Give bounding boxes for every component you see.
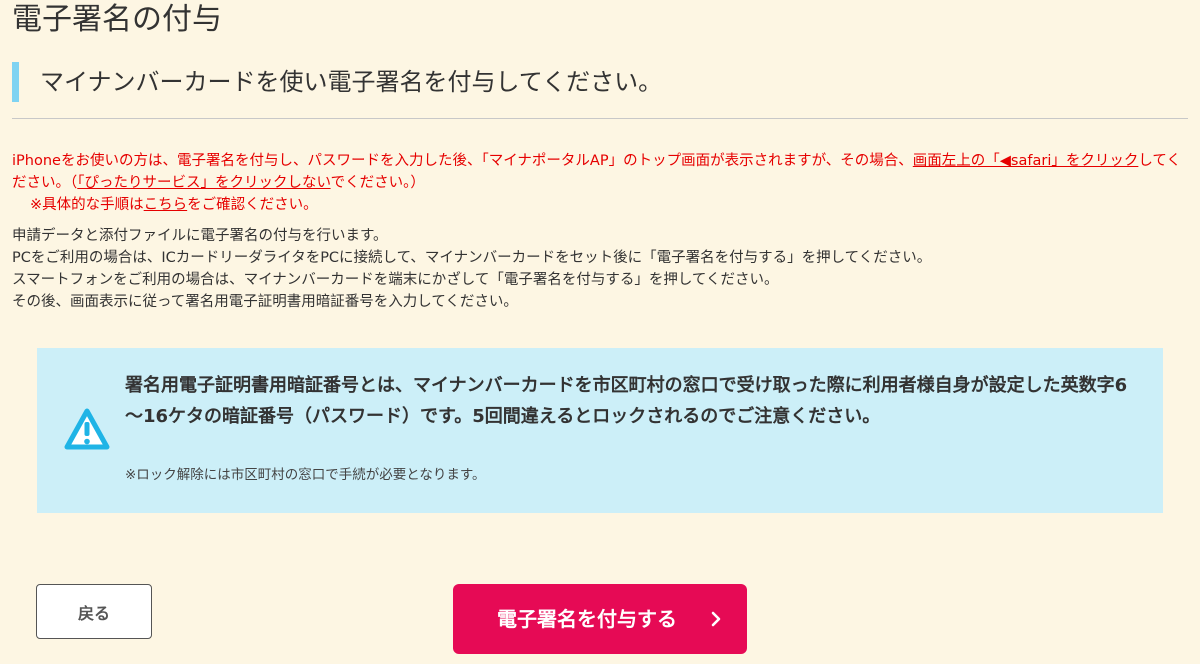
- description-line: その後、画面表示に従って署名用電子証明書用暗証番号を入力してください。: [12, 294, 518, 310]
- page-title: 電子署名の付与: [12, 2, 222, 37]
- sign-button-label: 電子署名を付与する: [497, 607, 677, 631]
- pin-info-text: 署名用電子証明書用暗証番号とは、マイナンバーカードを市区町村の窓口で受け取った際…: [125, 375, 1128, 427]
- procedure-note: ※具体的な手順はこちらをご確認ください。: [12, 194, 1188, 216]
- iphone-notice-text: iPhoneをお使いの方は、電子署名を付与し、パスワードを入力した後、「マイナポ…: [12, 150, 1188, 194]
- notice-text-3: でください。）: [330, 175, 425, 191]
- procedure-link[interactable]: こちら: [144, 197, 188, 213]
- chevron-right-icon: [711, 611, 721, 627]
- back-button[interactable]: 戻る: [36, 584, 152, 639]
- pin-lock-note: ※ロック解除には市区町村の窓口で手続が必要となります。: [125, 467, 486, 483]
- notice-text-1: iPhoneをお使いの方は、電子署名を付与し、パスワードを入力した後、「マイナポ…: [12, 153, 913, 169]
- warning-icon: [64, 408, 110, 450]
- description: 申請データと添付ファイルに電子署名の付与を行います。 PCをご利用の場合は、IC…: [12, 225, 1188, 313]
- safari-click-link[interactable]: 画面左上の「◀safari」をクリック: [913, 153, 1139, 169]
- pittari-service-link[interactable]: 「ぴったりサービス」をクリックしない: [77, 175, 330, 191]
- section-heading-text: マイナンバーカードを使い電子署名を付与してください。: [40, 68, 663, 96]
- description-line: 申請データと添付ファイルに電子署名の付与を行います。: [12, 228, 388, 244]
- heading-accent-bar: [12, 62, 19, 102]
- description-line: PCをご利用の場合は、ICカードリーダライタをPCに接続して、マイナンバーカード…: [12, 250, 932, 266]
- iphone-notice: iPhoneをお使いの方は、電子署名を付与し、パスワードを入力した後、「マイナポ…: [12, 150, 1188, 216]
- procedure-note-prefix: ※具体的な手順は: [30, 197, 144, 213]
- description-line: スマートフォンをご利用の場合は、マイナンバーカードを端末にかざして「電子署名を付…: [12, 272, 779, 288]
- section-heading: マイナンバーカードを使い電子署名を付与してください。: [12, 62, 1188, 102]
- procedure-note-suffix: をご確認ください。: [187, 197, 318, 213]
- pin-info-box: 署名用電子証明書用暗証番号とは、マイナンバーカードを市区町村の窓口で受け取った際…: [37, 348, 1163, 513]
- divider: [12, 118, 1188, 119]
- sign-button[interactable]: 電子署名を付与する: [453, 584, 747, 654]
